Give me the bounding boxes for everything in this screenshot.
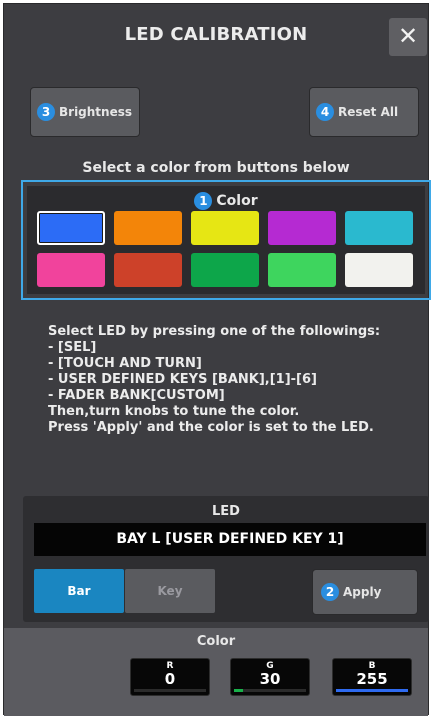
color-swatch-7[interactable] bbox=[114, 253, 182, 287]
callout-badge-4: 4 bbox=[316, 103, 334, 121]
led-calibration-dialog: LED CALIBRATION ✕ 3 Brightness 4 Reset A… bbox=[3, 3, 431, 716]
color-swatch-10[interactable] bbox=[345, 253, 413, 287]
instructions-item-touch-and-turn: - [TOUCH AND TURN] bbox=[48, 356, 202, 371]
brightness-button-label: Brightness bbox=[59, 105, 133, 119]
close-button[interactable]: ✕ bbox=[389, 18, 427, 56]
callout-badge-3: 3 bbox=[37, 103, 55, 121]
color-swatch-9[interactable] bbox=[268, 253, 336, 287]
color-swatch-panel: 1 Color bbox=[27, 186, 425, 294]
close-icon: ✕ bbox=[397, 22, 419, 50]
color-swatch-2[interactable] bbox=[114, 211, 182, 245]
led-section: LED BAY L [USER DEFINED KEY 1] Bar Key 2… bbox=[23, 496, 429, 622]
green-level-bar bbox=[234, 689, 306, 692]
color-swatch-5[interactable] bbox=[345, 211, 413, 245]
reset-all-button-label: Reset All bbox=[338, 105, 399, 119]
red-knob[interactable]: R 0 bbox=[130, 658, 210, 696]
red-knob-value: 0 bbox=[164, 670, 176, 688]
instructions-tune: Then,turn knobs to tune the color. bbox=[48, 404, 300, 419]
led-target-display: BAY L [USER DEFINED KEY 1] bbox=[34, 523, 426, 556]
apply-button-label: Apply bbox=[343, 585, 382, 599]
color-knob-title: Color bbox=[196, 634, 236, 649]
reset-all-button[interactable]: 4 Reset All bbox=[309, 87, 419, 137]
blue-knob[interactable]: B 255 bbox=[332, 658, 412, 696]
color-swatch-6[interactable] bbox=[37, 253, 105, 287]
color-selector: 1 Color bbox=[21, 180, 431, 300]
blue-level-fill bbox=[336, 689, 408, 692]
instructions-item-sel: - [SEL] bbox=[48, 340, 97, 355]
color-selector-title: Color bbox=[216, 193, 258, 209]
color-swatch-4[interactable] bbox=[268, 211, 336, 245]
brightness-button[interactable]: 3 Brightness bbox=[30, 87, 140, 137]
blue-knob-value: 255 bbox=[356, 670, 388, 688]
instructions-item-fader-bank: - FADER BANK[CUSTOM] bbox=[48, 388, 225, 403]
color-knob-section: Color R 0 G 30 B 255 bbox=[4, 628, 428, 716]
red-level-bar bbox=[134, 689, 206, 692]
color-swatch-3[interactable] bbox=[191, 211, 259, 245]
color-swatch-1[interactable] bbox=[37, 211, 105, 245]
apply-button[interactable]: 2 Apply bbox=[312, 569, 418, 615]
instructions: Select LED by pressing one of the follow… bbox=[48, 324, 380, 436]
blue-level-bar bbox=[336, 689, 408, 692]
green-knob-value: 30 bbox=[259, 670, 281, 688]
instructions-intro: Select LED by pressing one of the follow… bbox=[48, 324, 381, 339]
callout-badge-2: 2 bbox=[321, 583, 339, 601]
led-section-title: LED bbox=[212, 504, 240, 519]
bar-toggle-button[interactable]: Bar bbox=[34, 569, 124, 613]
instructions-item-user-defined-keys: - USER DEFINED KEYS [BANK],[1]-[6] bbox=[48, 372, 317, 387]
instructions-apply: Press 'Apply' and the color is set to th… bbox=[48, 420, 374, 435]
callout-badge-1: 1 bbox=[194, 192, 213, 210]
green-knob[interactable]: G 30 bbox=[230, 658, 310, 696]
key-toggle-button[interactable]: Key bbox=[125, 569, 215, 613]
color-selector-label: 1 Color bbox=[27, 192, 425, 210]
dialog-title: LED CALIBRATION bbox=[124, 24, 308, 45]
color-swatch-8[interactable] bbox=[191, 253, 259, 287]
color-hint-text: Select a color from buttons below bbox=[82, 160, 350, 176]
green-level-fill bbox=[234, 689, 243, 692]
